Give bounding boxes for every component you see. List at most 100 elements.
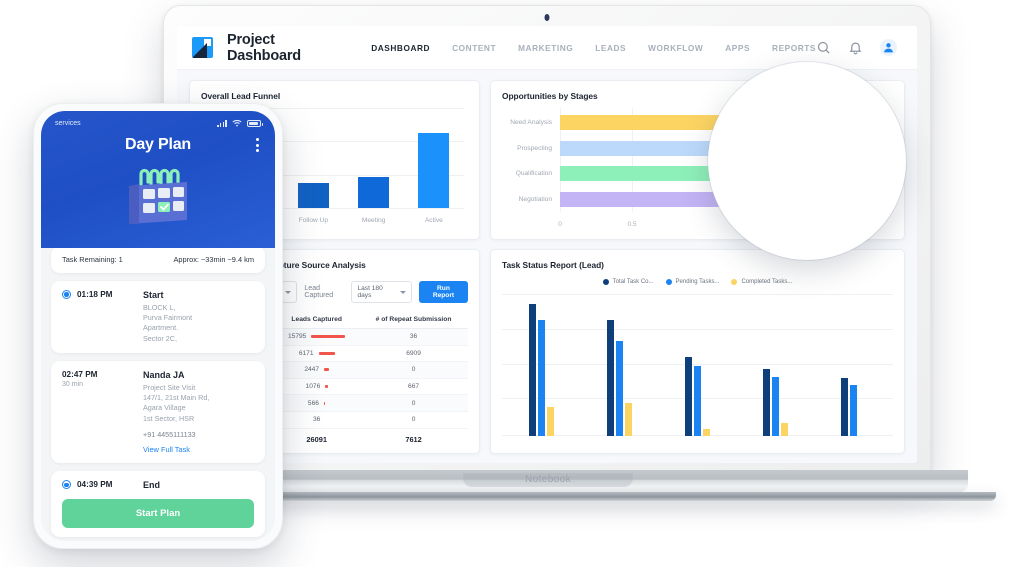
task-bar-pendingtasks[interactable] [772, 376, 780, 436]
approx-label: Approx: ~33min ~9.4 km [173, 255, 254, 264]
sparkline-bar [325, 385, 328, 389]
dashboard-row-bottom: First and Repeat Capture Source Analysis… [189, 249, 905, 454]
legend-item-total[interactable]: Total Task Co... [602, 279, 654, 285]
sparkline-bar [323, 401, 326, 405]
visit-duration: 30 min [62, 380, 84, 388]
radio-icon-start[interactable] [62, 290, 71, 299]
phone-hero: services Day Plan [41, 111, 275, 248]
cell-repeat-submission: 6909 [359, 345, 468, 363]
search-icon[interactable] [816, 40, 831, 55]
legend-label-completed: Completed Tasks... [741, 279, 793, 285]
lead-captured-select[interactable]: Last 180 days [351, 281, 412, 303]
opp-label-qualification: Qualification [515, 170, 552, 178]
run-report-button[interactable]: Run Report [418, 281, 468, 303]
col-repeat-submission: # of Repeat Submission [359, 311, 468, 329]
bell-icon[interactable] [848, 40, 863, 55]
nav-item-marketing[interactable]: MARKETING [518, 43, 573, 53]
legend-label-total: Total Task Co... [612, 279, 654, 285]
cell-repeat-submission: 0 [359, 394, 468, 412]
funnel-bar-follow-up[interactable] [297, 182, 329, 208]
cell-leads-captured: 1076 [274, 378, 360, 396]
card-task-status-report: Task Status Report (Lead) Total Task Co.… [490, 249, 905, 454]
cell-leads-captured: 15795 [274, 328, 360, 346]
legend-item-completed[interactable]: Completed Tasks... [731, 279, 792, 285]
funnel-bar-meeting[interactable] [358, 177, 390, 208]
task-bar-completedtasks[interactable] [624, 403, 632, 436]
cell-repeat-submission: 0 [359, 411, 468, 429]
avatar-icon [884, 43, 893, 53]
legend-item-pending[interactable]: Pending Tasks... [665, 279, 720, 285]
total-repeat: 7612 [405, 434, 422, 444]
phone-title-bar: Day Plan [55, 136, 261, 154]
task-bar-pendingtasks[interactable] [615, 341, 623, 436]
nav-item-apps[interactable]: APPS [725, 43, 750, 53]
nav-item-leads[interactable]: LEADS [595, 43, 626, 53]
task-bar-totaltaskco[interactable] [684, 356, 692, 436]
phone-screen: services Day Plan Task Remaining: 1 Appr… [41, 111, 275, 541]
phone-status-bar: services [55, 119, 263, 127]
legend-label-pending: Pending Tasks... [675, 279, 720, 285]
task-bar-totaltaskco[interactable] [528, 304, 536, 436]
task-card-end[interactable]: 04:39 PM End Start Plan [51, 470, 265, 537]
nav-item-reports[interactable]: REPORTS [772, 43, 816, 53]
phone-title: Day Plan [125, 136, 191, 153]
nav-item-dashboard[interactable]: DASHBOARD [371, 43, 430, 53]
screenshot-root: Project Dashboard DASHBOARD CONTENT MARK… [0, 0, 1030, 567]
total-captured: 26091 [306, 434, 327, 444]
legend-dot-completed [731, 279, 738, 285]
calendar-illustration [55, 158, 261, 232]
task-bar-totaltaskco[interactable] [606, 320, 614, 436]
end-name: End [143, 479, 160, 490]
funnel-xtick-active: Active [424, 217, 443, 224]
task-bar-pendingtasks[interactable] [850, 384, 858, 436]
overflow-menu-icon[interactable] [256, 138, 259, 152]
visit-phone[interactable]: +91 4455111133 [143, 430, 254, 439]
opp-label-need-analysis: Need Analysis [510, 119, 552, 127]
radio-icon-end[interactable] [62, 480, 71, 490]
view-full-task-link[interactable]: View Full Task [143, 445, 254, 454]
app-logo-icon[interactable] [191, 37, 213, 58]
task-bar-completedtasks[interactable] [702, 429, 710, 436]
nav-item-workflow[interactable]: WORKFLOW [648, 43, 703, 53]
task-bar-group [841, 291, 866, 436]
task-bar-pendingtasks[interactable] [537, 320, 545, 436]
col-leads-captured: Leads Captured [274, 311, 360, 329]
cell-repeat-submission: 36 [359, 328, 468, 346]
funnel-xtick-meeting: Meeting [361, 217, 386, 224]
visit-name: Nanda JA [143, 369, 185, 380]
sparkline-bar [318, 351, 335, 355]
start-plan-button[interactable]: Start Plan [62, 498, 254, 528]
carrier-label: services [55, 119, 81, 127]
signal-icon [217, 119, 227, 127]
cell-leads-captured: 2447 [274, 361, 360, 379]
task-bar-completedtasks[interactable] [546, 407, 554, 436]
funnel-bar-active[interactable] [418, 133, 450, 208]
cell-repeat-submission: 0 [359, 361, 468, 379]
task-bar-totaltaskco[interactable] [841, 378, 849, 436]
visit-time: 02:47 PM [62, 369, 98, 379]
task-bar-pendingtasks[interactable] [693, 366, 701, 436]
avatar[interactable] [880, 39, 897, 56]
funnel-title: Overall Lead Funnel [201, 91, 281, 101]
chevron-down-icon [285, 290, 292, 294]
task-bar-groups [502, 291, 893, 436]
nav-item-content[interactable]: CONTENT [452, 43, 496, 53]
task-bar-group [763, 291, 789, 436]
funnel-xtick-follow-up: Follow Up [298, 217, 329, 224]
start-address: BLOCK L, Purva Fairmont Apartment. Secto… [143, 303, 193, 343]
battery-icon [247, 119, 263, 127]
task-status-title: Task Status Report (Lead) [502, 260, 604, 270]
task-bar-completedtasks[interactable] [781, 422, 789, 436]
task-card-visit[interactable]: 02:47 PM 30 min Nanda JA Project Site Vi… [51, 360, 265, 463]
sparkline-bar [311, 335, 346, 339]
cell-leads-captured: 36 [274, 411, 360, 429]
visit-address: Project Site Visit 147/1, 21st Main Rd, … [143, 382, 210, 423]
cell-leads-captured: 6171 [274, 345, 360, 363]
end-time: 04:39 PM [77, 480, 113, 490]
lead-captured-label: Lead Captured [304, 285, 334, 299]
task-bar-totaltaskco[interactable] [763, 368, 771, 436]
legend-dot-total [602, 279, 609, 285]
task-card-start[interactable]: 01:18 PM Start BLOCK L, Purva Fairmont A… [51, 281, 265, 353]
page-title: Project Dashboard [227, 31, 301, 64]
chevron-down-icon [399, 290, 406, 294]
